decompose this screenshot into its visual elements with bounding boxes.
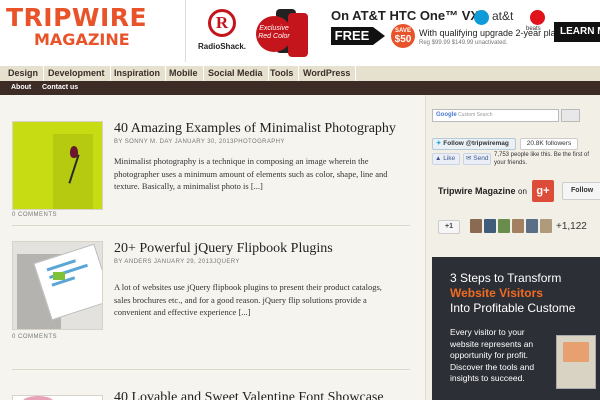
thumbnail-tab	[53, 272, 65, 280]
ad-free-label: FREE	[331, 27, 373, 45]
search-input[interactable]: Google Custom Search	[432, 109, 559, 122]
post-divider	[12, 369, 410, 370]
primary-nav: Design Development Inspiration Mobile So…	[0, 66, 600, 81]
gplus-icon[interactable]: g+	[532, 180, 554, 202]
twitter-follow-label: Follow @tripwiremag	[443, 140, 509, 147]
nav-item-wordpress[interactable]: WordPress	[298, 66, 357, 81]
promo-tablet-screen	[563, 342, 589, 362]
banner-ad[interactable]: R RadioShack. Exclusive Red Color On AT&…	[185, 0, 600, 62]
ad-reg-price: Reg $99.99 $149.99 unactivated.	[419, 40, 508, 46]
att-globe-icon	[474, 10, 489, 25]
facebook-like-button[interactable]: ▲ Like	[432, 153, 460, 165]
post-thumbnail[interactable]	[12, 395, 103, 400]
beats-logo-text: beats	[526, 26, 541, 32]
nav-item-social-media[interactable]: Social Media	[203, 66, 269, 81]
post-excerpt: A lot of websites use jQuery flipbook pl…	[114, 282, 382, 317]
arrow-right-icon	[373, 27, 385, 45]
thumbnail-heart	[23, 396, 53, 400]
thumbs-up-icon: ▲	[435, 155, 442, 162]
post-title[interactable]: 40 Lovable and Sweet Valentine Font Show…	[114, 390, 384, 400]
facebook-send-button[interactable]: ✉ Send	[463, 153, 491, 165]
ad-qualifying-text: With qualifying upgrade 2-year plan.	[419, 28, 564, 38]
save-badge: SAVE $50	[391, 24, 415, 48]
logo-line-1: TRIPWIRE	[6, 3, 148, 32]
radioshack-logo: R	[208, 9, 236, 37]
post-thumbnail[interactable]	[12, 241, 103, 330]
att-logo-text: at&t	[492, 9, 514, 23]
learn-more-button[interactable]: LEARN M	[554, 22, 600, 42]
search-button[interactable]	[561, 109, 580, 122]
nav-item-design[interactable]: Design	[3, 66, 45, 81]
post-excerpt: Minimalist photography is a technique in…	[114, 156, 388, 191]
nav-item-inspiration[interactable]: Inspiration	[109, 66, 167, 81]
save-amount: $50	[394, 34, 412, 45]
facebook-send-label: Send	[473, 155, 489, 162]
flower-bud	[70, 146, 78, 158]
avatar[interactable]	[484, 219, 496, 233]
facebook-like-label: Like	[443, 155, 456, 162]
promo-body: Every visitor to your website represents…	[450, 327, 535, 383]
sidebar: Google Custom Search ✦ Follow @tripwirem…	[425, 95, 600, 400]
post-meta: by SONNY M. DAY JANUARY 30, 2013PHOTOGRA…	[114, 139, 285, 145]
avatar[interactable]	[498, 219, 510, 233]
promo-line-2: Website Visitors	[450, 286, 543, 300]
site-header: TRIPWIRE MAGAZINE R RadioShack. Exclusiv…	[0, 0, 600, 66]
logo-line-2: MAGAZINE	[34, 30, 130, 49]
beats-icon	[530, 10, 545, 25]
twitter-bird-icon: ✦	[436, 140, 442, 147]
avatar[interactable]	[512, 219, 524, 233]
post-title[interactable]: 40 Amazing Examples of Minimalist Photog…	[114, 121, 396, 137]
avatar[interactable]	[470, 219, 482, 233]
radioshack-name: RadioShack.	[198, 42, 247, 51]
nav-item-mobile[interactable]: Mobile	[164, 66, 204, 81]
ad-headline: On AT&T HTC One™ VX	[331, 8, 480, 23]
gplus-page-title: Tripwire Magazine on	[438, 186, 527, 196]
exclusive-badge: Exclusive Red Color	[256, 16, 292, 52]
search-placeholder: Custom Search	[458, 112, 493, 118]
post-thumbnail[interactable]	[12, 121, 103, 210]
gplus-follow-button[interactable]: Follow	[562, 182, 600, 200]
avatar[interactable]	[526, 219, 538, 233]
twitter-follower-count: 20.8K followers	[520, 138, 578, 150]
post-divider	[12, 225, 410, 226]
nav-item-tools[interactable]: Tools	[265, 66, 300, 81]
gplus-count: +1,122	[556, 221, 587, 232]
post-title[interactable]: 20+ Powerful jQuery Flipbook Plugins	[114, 241, 333, 257]
promo-line-1: 3 Steps to Transform	[450, 271, 562, 285]
nav-item-development[interactable]: Development	[43, 66, 111, 81]
secondary-nav: About Contact us	[0, 81, 600, 95]
post-list: 0 COMMENTS 40 Amazing Examples of Minima…	[0, 95, 425, 400]
gplus-page-name: Tripwire Magazine	[438, 186, 516, 196]
gplus-on: on	[518, 187, 527, 196]
comments-link[interactable]: 0 COMMENTS	[12, 334, 57, 340]
avatar[interactable]	[540, 219, 552, 233]
promo-ad[interactable]: 3 Steps to Transform Website Visitors In…	[432, 257, 600, 400]
promo-tablet-image	[556, 335, 596, 389]
google-brand: Google	[436, 112, 457, 118]
facebook-like-count: 7,753 people like this. Be the first of …	[494, 152, 590, 166]
comments-link[interactable]: 0 COMMENTS	[12, 212, 57, 218]
envelope-icon: ✉	[466, 155, 472, 162]
subnav-item-contact[interactable]: Contact us	[42, 81, 78, 95]
site-logo[interactable]: TRIPWIRE MAGAZINE	[6, 4, 147, 48]
promo-line-3: Into Profitable Custome	[450, 301, 576, 315]
subnav-item-about[interactable]: About	[11, 81, 31, 95]
post-meta: by ANDERS JANUARY 29, 2013JQUERY	[114, 259, 240, 265]
gplus-plus-one-button[interactable]: +1	[438, 220, 460, 234]
twitter-follow-button[interactable]: ✦ Follow @tripwiremag	[432, 138, 516, 150]
